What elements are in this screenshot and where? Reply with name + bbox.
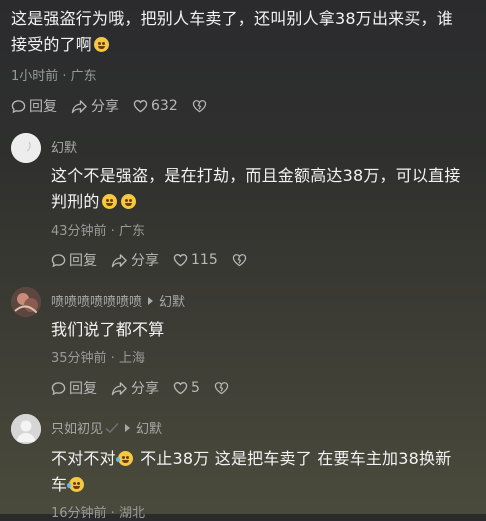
comment-0-meta: 1小时前 · 广东 [11, 69, 97, 84]
comment-2-text: 我们说了都不算 [51, 320, 165, 339]
like-button[interactable]: 632 [133, 98, 178, 114]
laugh-cry-emoji-icon [115, 451, 133, 466]
reply-button[interactable]: 回复 [51, 250, 97, 270]
comment-3-meta: 16分钟前 · 湖北 [51, 506, 145, 521]
comment-0-actions: 回复 分享 632 [11, 96, 224, 116]
dislike-heart-icon [232, 254, 246, 267]
comment-1-text: 这个不是强盗，是在打劫，而且金额高达38万，可以直接 判刑的 [51, 166, 461, 211]
dislike-heart-icon [192, 100, 206, 113]
username: 喷喷喷喷喷喷喷 幻默 [51, 295, 186, 310]
laugh-cry-emoji-icon [67, 477, 85, 492]
comment-2-actions: 回复 分享 5 [51, 378, 246, 398]
reply-button[interactable]: 回复 [11, 96, 57, 116]
comment-icon [11, 99, 26, 113]
like-button[interactable]: 115 [173, 252, 218, 268]
avatar[interactable] [11, 414, 41, 444]
avatar[interactable] [11, 133, 41, 163]
check-icon [105, 422, 119, 433]
comment-2-meta: 35分钟前 · 上海 [51, 351, 145, 366]
username: 只如初见 幻默 [51, 422, 163, 437]
share-button[interactable]: 分享 [111, 378, 159, 398]
dislike-button[interactable] [214, 381, 232, 395]
avatar-image [11, 287, 41, 317]
share-icon [111, 253, 127, 267]
comment-icon [51, 253, 66, 267]
username[interactable]: 幻默 [51, 137, 77, 156]
like-button[interactable]: 5 [173, 380, 200, 396]
comment-1-meta: 43分钟前 · 广东 [51, 224, 145, 239]
share-icon [71, 99, 87, 113]
dislike-button[interactable] [192, 99, 210, 113]
share-button[interactable]: 分享 [71, 96, 119, 116]
avatar-image [11, 133, 41, 163]
grin-emoji-icon [101, 194, 117, 209]
reply-arrow-icon [125, 423, 131, 432]
default-avatar-icon [11, 414, 41, 444]
share-icon [111, 381, 127, 395]
comment-1-actions: 回复 分享 115 [51, 250, 264, 270]
reply-button[interactable]: 回复 [51, 378, 97, 398]
dislike-button[interactable] [232, 253, 250, 267]
heart-icon [173, 382, 188, 395]
share-button[interactable]: 分享 [111, 250, 159, 270]
reply-arrow-icon [148, 296, 154, 305]
comment-0-text: 这是强盗行为哦，把别人车卖了，还叫别人拿38万出来买，谁 接受的了啊 [11, 9, 453, 54]
heart-icon [173, 254, 188, 267]
dislike-heart-icon [214, 382, 229, 395]
comment-icon [51, 381, 66, 395]
grin-emoji-icon [94, 37, 110, 52]
avatar[interactable] [11, 287, 41, 317]
heart-icon [133, 100, 148, 113]
grin-emoji-icon [120, 194, 136, 209]
comment-3-text: 不对不对 不止38万 这是把车卖了 在要车主加38换新 车 [51, 449, 452, 494]
